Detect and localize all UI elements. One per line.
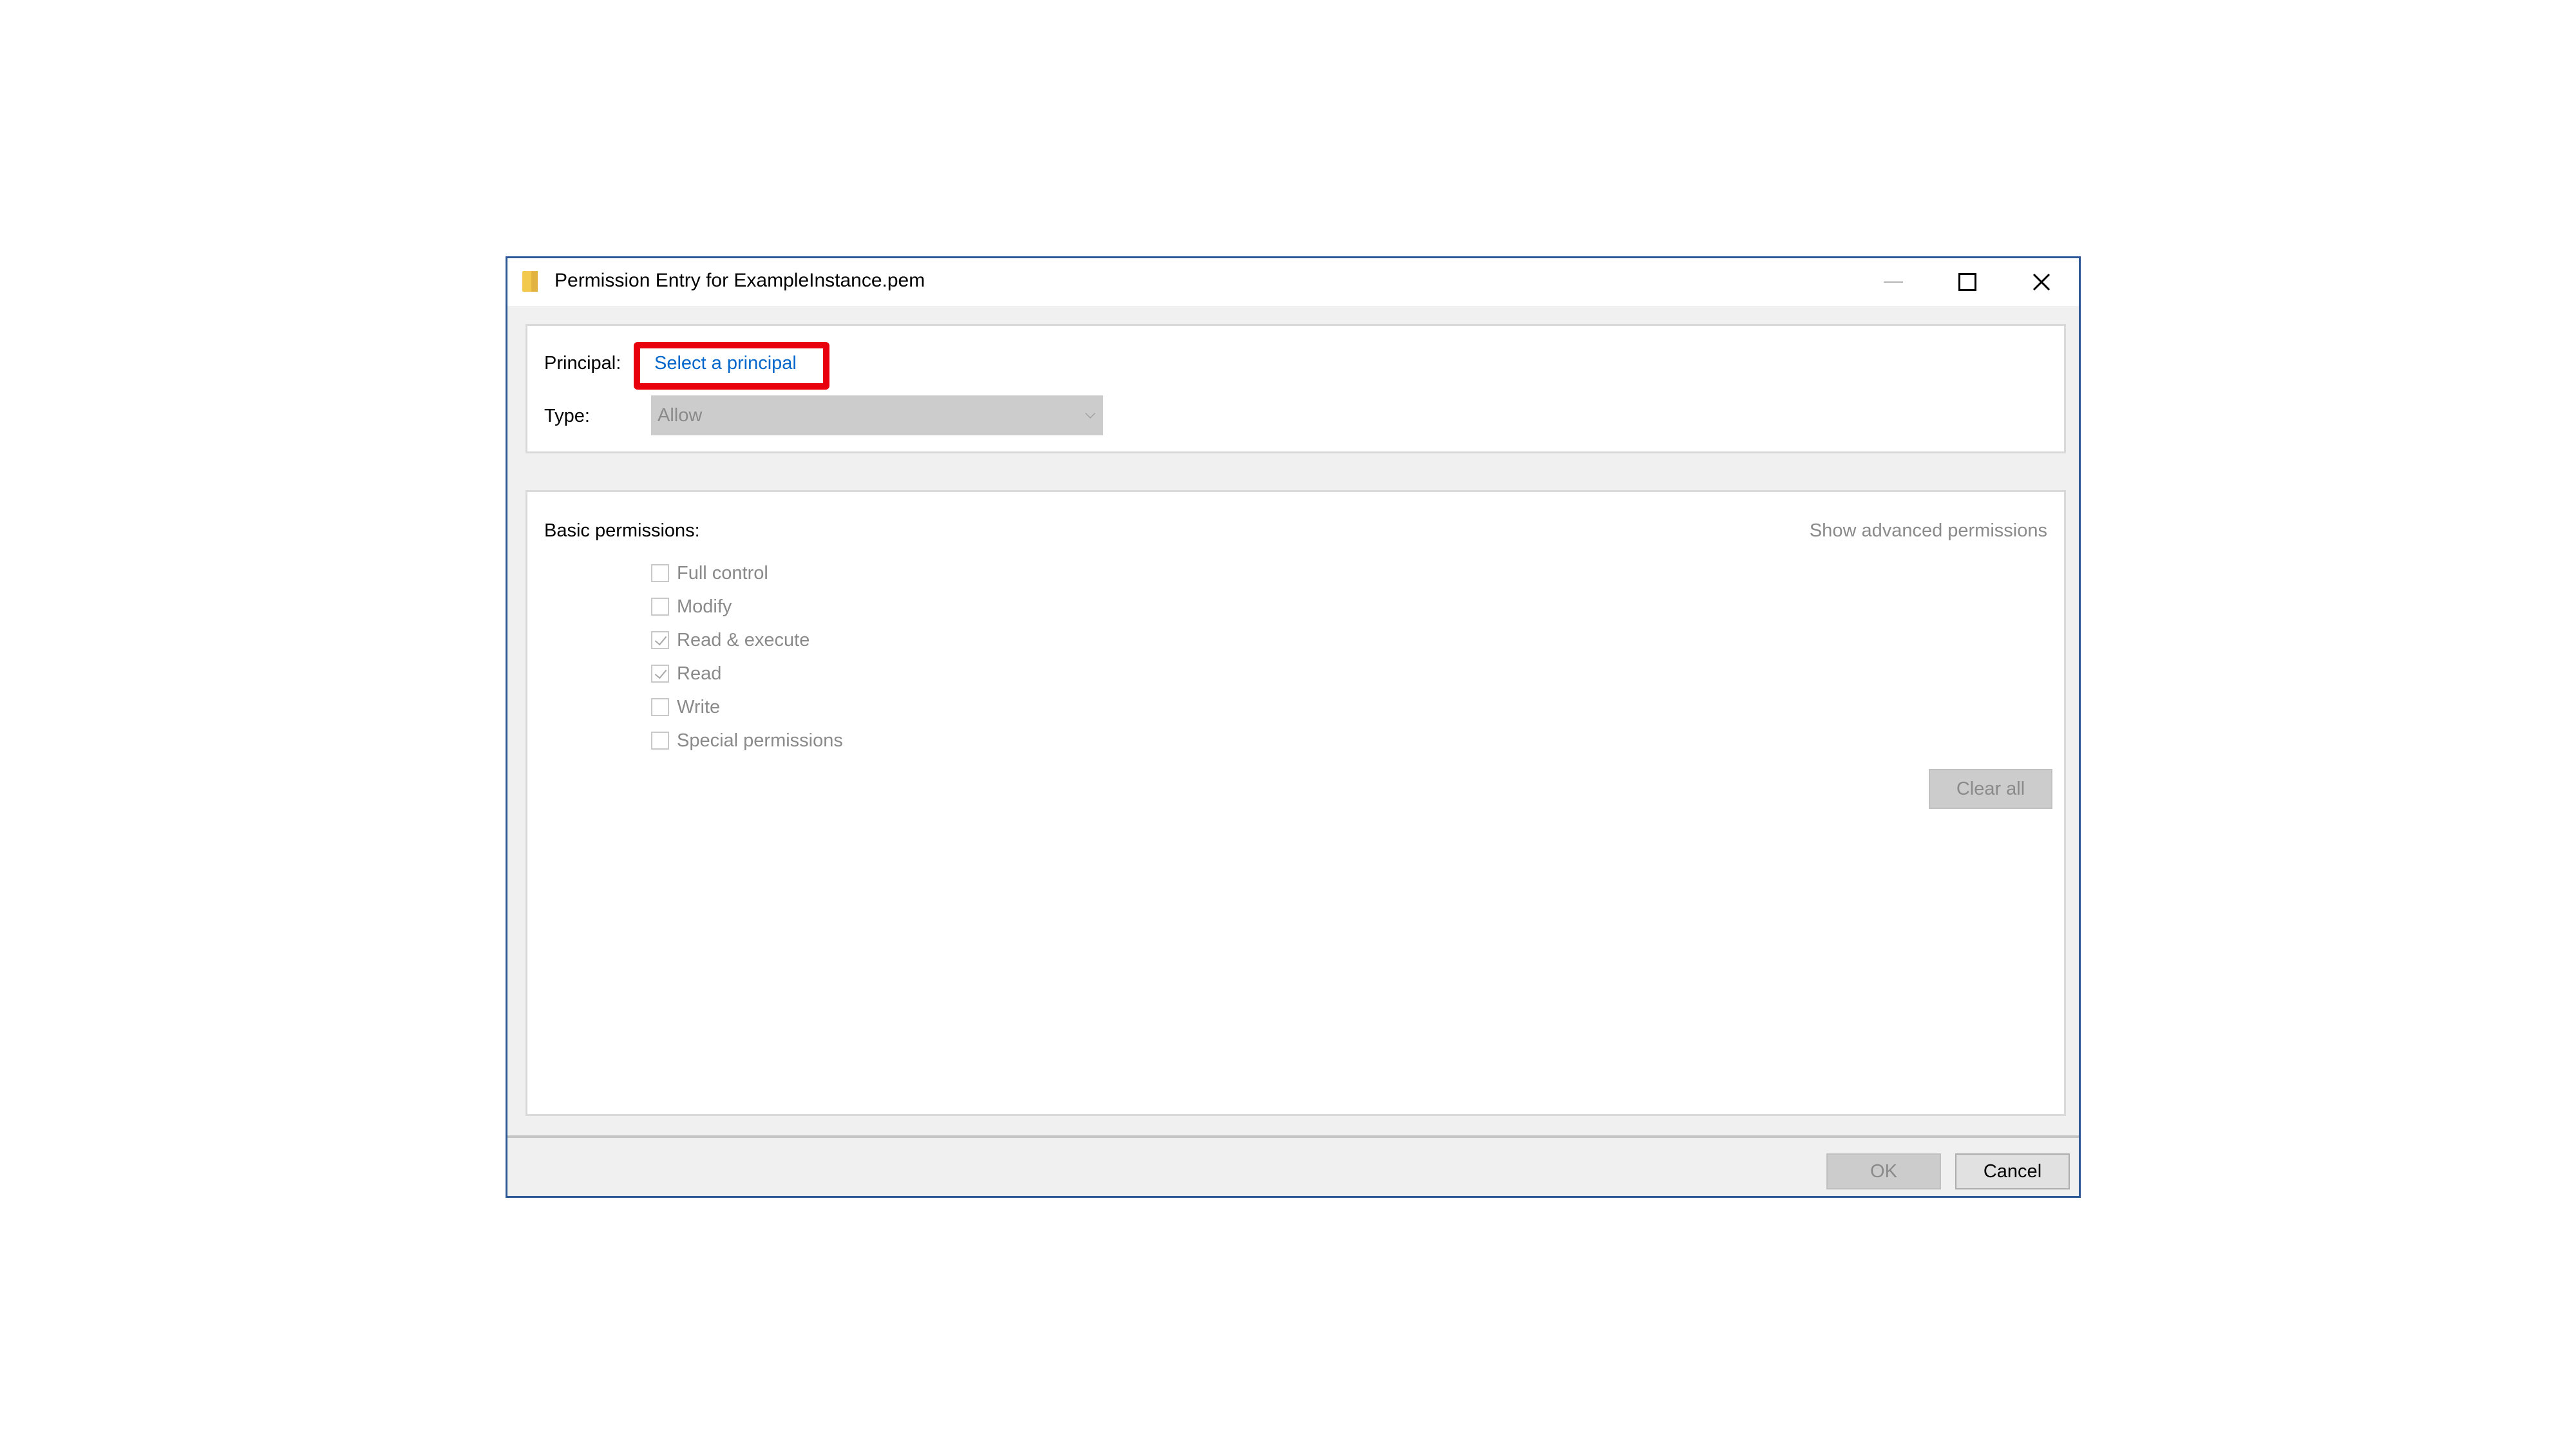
folder-icon — [522, 271, 538, 292]
close-icon — [2032, 273, 2050, 291]
permission-item-read[interactable]: Read — [651, 657, 843, 690]
checkbox[interactable] — [651, 598, 669, 616]
permissions-group: Basic permissions: Show advanced permiss… — [526, 490, 2066, 1116]
principal-group: Principal: Select a principal Type: Allo… — [526, 324, 2066, 453]
permission-list: Full control Modify Read & execute Read … — [651, 556, 843, 757]
permission-label: Write — [677, 696, 721, 717]
permission-item-write[interactable]: Write — [651, 690, 843, 724]
maximize-icon — [1958, 273, 1976, 291]
checkbox[interactable] — [651, 631, 669, 649]
principal-label: Principal: — [544, 353, 621, 374]
type-selected-value: Allow — [658, 405, 703, 426]
maximize-button[interactable] — [1930, 258, 2004, 306]
permission-label: Modify — [677, 596, 732, 617]
permission-label: Full control — [677, 562, 768, 583]
clear-all-button[interactable]: Clear all — [1929, 769, 2052, 809]
minimize-icon — [1883, 281, 1903, 283]
ok-button[interactable]: OK — [1826, 1153, 1941, 1189]
checkbox[interactable] — [651, 698, 669, 716]
checkbox[interactable] — [651, 665, 669, 683]
permission-item-modify[interactable]: Modify — [651, 590, 843, 623]
title-bar: Permission Entry for ExampleInstance.pem — [507, 258, 2079, 306]
permission-item-special[interactable]: Special permissions — [651, 724, 843, 757]
permission-label: Read — [677, 663, 722, 684]
select-principal-link[interactable]: Select a principal — [654, 353, 797, 374]
window-title: Permission Entry for ExampleInstance.pem — [554, 270, 925, 291]
cancel-button[interactable]: Cancel — [1955, 1153, 2070, 1189]
checkbox[interactable] — [651, 732, 669, 750]
chevron-down-icon — [1085, 408, 1095, 419]
minimize-button[interactable] — [1856, 258, 1930, 306]
permission-entry-dialog: Permission Entry for ExampleInstance.pem… — [506, 256, 2081, 1198]
permission-item-read-execute[interactable]: Read & execute — [651, 623, 843, 657]
show-advanced-permissions-link[interactable]: Show advanced permissions — [1810, 520, 2047, 542]
permission-label: Read & execute — [677, 629, 810, 650]
basic-permissions-label: Basic permissions: — [544, 520, 700, 541]
type-dropdown[interactable]: Allow — [651, 395, 1103, 435]
close-button[interactable] — [2004, 258, 2078, 306]
permission-label: Special permissions — [677, 730, 843, 751]
permission-item-full-control[interactable]: Full control — [651, 556, 843, 590]
footer-divider — [507, 1135, 2079, 1138]
checkbox[interactable] — [651, 564, 669, 582]
type-label: Type: — [544, 406, 590, 426]
